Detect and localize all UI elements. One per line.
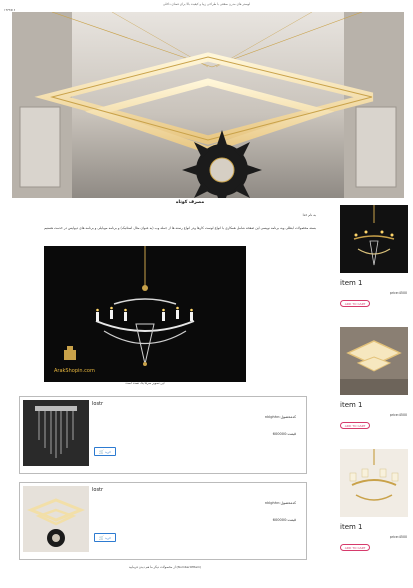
product-thumbnail[interactable] [23,400,89,466]
watermark-text: ArakShopin.com [54,368,95,374]
sidebar-item-image[interactable] [340,205,408,273]
product-code: کدمحصول:nklghhn [264,415,296,419]
add-to-cart-button[interactable]: ADD TO CART [340,544,370,551]
product-title[interactable]: lostr [92,487,103,493]
buy-label: خرید [105,535,111,540]
sidebar-item: item 1 price:4500 ADD TO CART [340,449,410,551]
sidebar-item: item 1 price:4500 ADD TO CART [340,205,410,307]
sidebar-item: item 1 price:4500 ADD TO CART [340,327,410,429]
sidebar-item-image[interactable] [340,327,408,395]
buy-button[interactable]: 🛒 خرید [94,447,116,456]
product-title[interactable]: lostr [92,401,103,407]
add-to-cart-button[interactable]: ADD TO CART [340,422,370,429]
product-price: قیمت:600000 [272,518,296,522]
image-caption: این تصویر صرفا یک تست است [125,381,165,385]
top-note: لوستر های مدرن سقفی با طراحی زیبا و کیفی… [163,2,250,6]
buy-label: خرید [105,449,111,454]
cart-icon: 🛒 [99,535,105,540]
sidebar-item-name[interactable]: item 1 [340,523,410,531]
product-price: قیمت:600000 [272,432,296,436]
article-paragraph: بسته محصولات ابطلی وبه برنامه نویسی این … [44,226,316,230]
sidebar-item-price: price:4500 [389,413,407,417]
buy-button[interactable]: 🛒 خرید [94,533,116,542]
product-thumbnail[interactable] [23,486,89,552]
product-card: lostr کدمحصول:nklghhn قیمت:600000 🛒 خرید [19,396,307,474]
sidebar-item-image[interactable] [340,449,408,517]
main-chandelier-image: ArakShopin.com [44,246,246,382]
product-card: lostr کدمحصول:nklghhn قیمت:600000 🛒 خرید [19,482,307,560]
cart-icon: 🛒 [99,449,105,454]
sidebar-item-price: price:4500 [389,291,407,295]
hero-chandelier-image [12,12,404,198]
add-to-cart-button[interactable]: ADD TO CART [340,300,370,307]
sidebar-item-name[interactable]: item 1 [340,401,410,409]
sidebar-item-name[interactable]: item 1 [340,279,410,287]
article-intro: به نام خدا [302,213,316,217]
footer-note: از محصولات دیگر ما هم دیدن فرمایید (Numb… [128,565,202,569]
product-code: کدمحصول:nklghhn [264,501,296,505]
article-title: مصرف کوتاه [175,200,205,205]
sidebar-item-price: price:4500 [389,535,407,539]
